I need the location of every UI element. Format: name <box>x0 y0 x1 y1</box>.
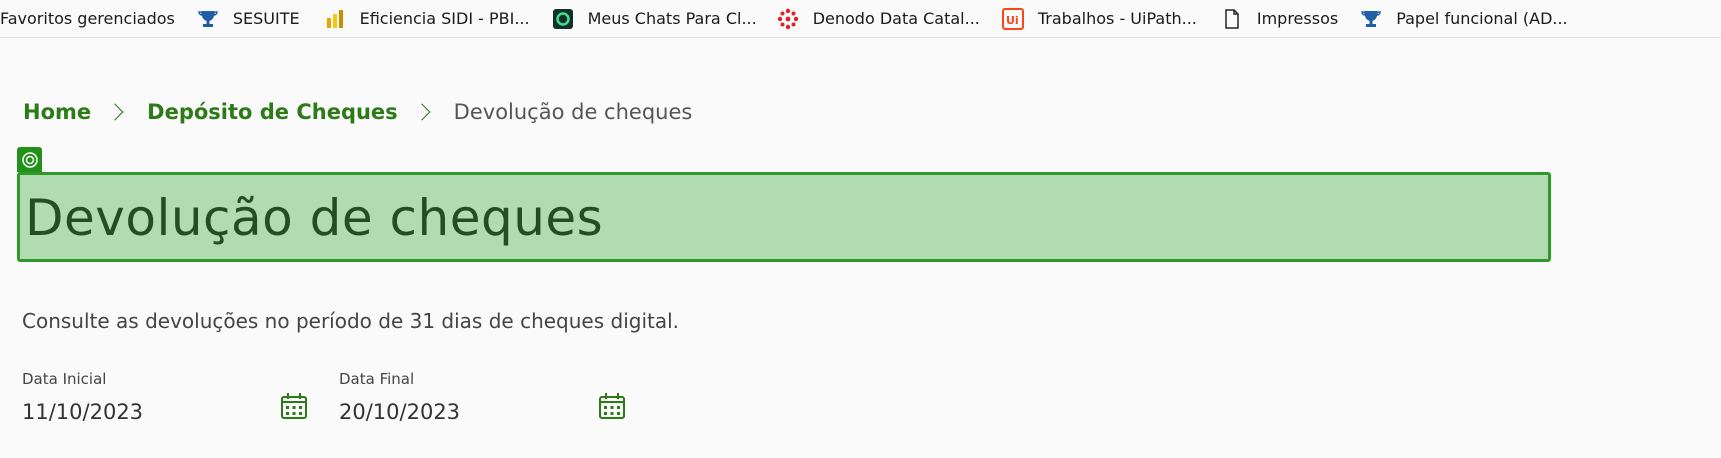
calendar-icon[interactable] <box>598 392 626 420</box>
bookmark-label: Favoritos gerenciados <box>0 9 175 28</box>
highlighted-title-region: Devolução de cheques <box>17 172 1551 262</box>
trophy-icon <box>197 8 219 30</box>
uipath-icon: Ui <box>1001 7 1024 30</box>
bookmark-favoritos-gerenciados[interactable]: Favoritos gerenciados <box>0 0 175 37</box>
bookmark-label: Papel funcional (AD... <box>1396 9 1568 28</box>
powerbi-icon <box>324 8 346 30</box>
breadcrumb: Home Depósito de Cheques Devolução de ch… <box>23 100 692 124</box>
bookmark-label: Impressos <box>1256 9 1339 28</box>
calendar-icon[interactable] <box>280 392 308 420</box>
page-subtitle: Consulte as devoluções no período de 31 … <box>22 309 680 333</box>
trophy-icon <box>1360 8 1382 30</box>
bookmark-sesuite[interactable]: SESUITE <box>197 0 300 37</box>
chat-app-icon <box>552 8 574 30</box>
bookmark-label: Denodo Data Catal... <box>812 9 980 28</box>
bookmark-eficiencia-sidi[interactable]: Eficiencia SIDI - PBI... <box>324 0 530 37</box>
chevron-right-icon <box>413 103 431 121</box>
start-date-label: Data Inicial <box>22 370 107 388</box>
bookmark-label: Trabalhos - UiPath... <box>1037 9 1197 28</box>
bookmark-denodo[interactable]: Denodo Data Catal... <box>777 0 980 37</box>
bookmark-label: Eficiencia SIDI - PBI... <box>359 9 530 28</box>
bookmark-label: SESUITE <box>232 9 300 28</box>
bookmark-impressos[interactable]: Impressos <box>1221 0 1338 37</box>
breadcrumb-section-link[interactable]: Depósito de Cheques <box>147 100 398 124</box>
breadcrumb-current: Devolução de cheques <box>453 100 693 124</box>
bookmark-trabalhos-uipath[interactable]: Ui Trabalhos - UiPath... <box>1001 0 1197 37</box>
page-title: Devolução de cheques <box>25 189 604 247</box>
bookmark-label: Meus Chats Para Cl... <box>587 9 757 28</box>
end-date-field: Data Final <box>339 370 539 424</box>
bookmarks-bar: Favoritos gerenciados SESUITE Eficiencia… <box>0 0 1721 38</box>
bookmark-papel-funcional[interactable]: Papel funcional (AD... <box>1360 0 1568 37</box>
target-icon <box>17 147 42 172</box>
page-icon <box>1221 8 1243 30</box>
breadcrumb-home-link[interactable]: Home <box>23 100 91 124</box>
bookmark-meus-chats[interactable]: Meus Chats Para Cl... <box>552 0 757 37</box>
svg-text:Ui: Ui <box>1006 14 1019 27</box>
chevron-right-icon <box>106 103 124 121</box>
start-date-field: Data Inicial <box>22 370 222 424</box>
denodo-icon <box>777 8 799 30</box>
start-date-input[interactable] <box>22 400 222 424</box>
end-date-label: Data Final <box>339 370 415 388</box>
end-date-input[interactable] <box>339 400 539 424</box>
